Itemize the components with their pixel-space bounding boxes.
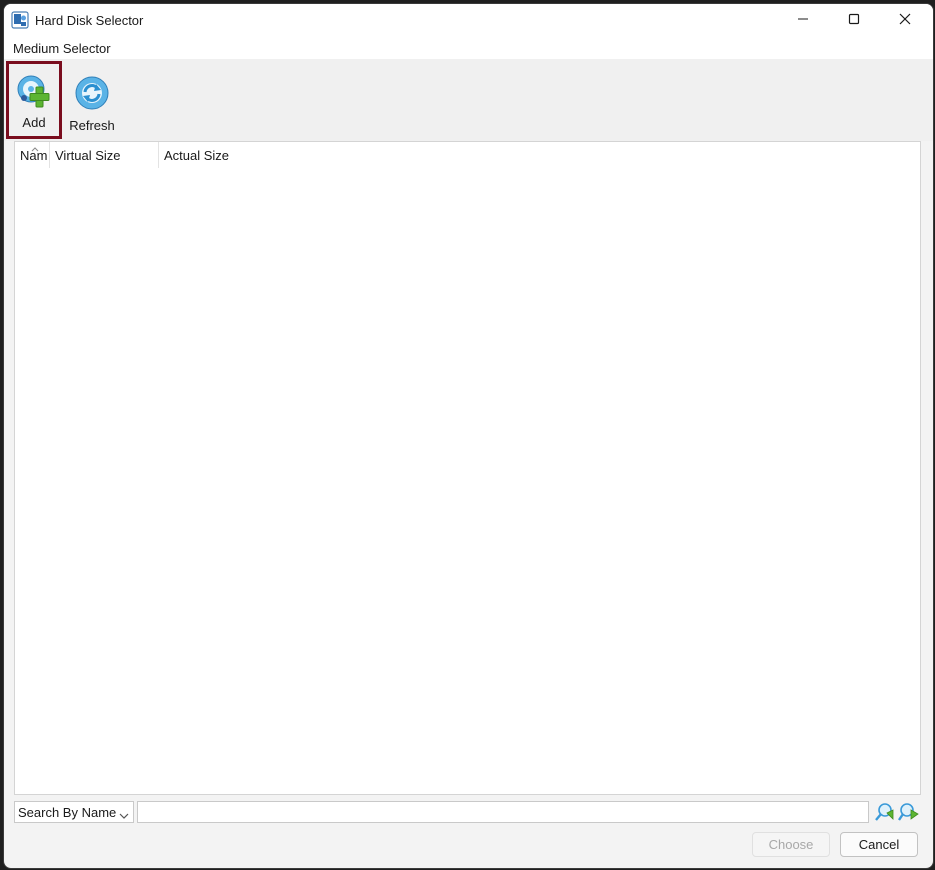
minimize-button[interactable] — [780, 4, 826, 37]
column-header-actual-size[interactable]: Actual Size — [159, 142, 279, 168]
search-mode-select[interactable]: Search By Name — [14, 801, 134, 823]
column-header-name[interactable]: Nam — [15, 142, 50, 168]
search-input[interactable] — [137, 801, 869, 823]
add-button[interactable]: Add — [6, 61, 62, 139]
add-disk-icon — [16, 74, 52, 110]
refresh-icon — [74, 75, 110, 111]
maximize-button[interactable] — [831, 4, 877, 37]
choose-button[interactable]: Choose — [752, 832, 830, 857]
maximize-icon — [848, 13, 860, 28]
toolbar: Add Refresh — [4, 59, 933, 141]
chevron-down-icon — [119, 808, 129, 823]
sort-ascending-icon — [31, 140, 39, 155]
title-bar[interactable]: Hard Disk Selector — [4, 4, 933, 37]
search-previous-icon[interactable] — [873, 801, 895, 823]
vertical-scrollbar[interactable] — [918, 142, 920, 794]
close-button[interactable] — [882, 4, 928, 37]
column-actual-size-label: Actual Size — [164, 147, 230, 163]
medium-selector-label: Medium Selector — [13, 41, 111, 56]
search-bar: Search By Name — [14, 801, 924, 825]
search-mode-value: Search By Name — [18, 804, 117, 820]
close-icon — [899, 13, 911, 28]
minimize-icon — [797, 13, 809, 28]
hard-disk-selector-window: Hard Disk Selector Medium Selector Add R… — [3, 3, 934, 869]
add-label: Add — [22, 115, 46, 130]
column-virtual-size-label: Virtual Size — [55, 147, 121, 163]
search-next-icon[interactable] — [897, 801, 919, 823]
virtualbox-media-icon — [11, 11, 29, 29]
medium-selector-header: Medium Selector — [4, 37, 933, 59]
medium-list[interactable]: Nam Virtual Size Actual Size — [14, 141, 921, 795]
window-title: Hard Disk Selector — [35, 13, 144, 28]
cancel-button[interactable]: Cancel — [840, 832, 918, 857]
column-header-virtual-size[interactable]: Virtual Size — [50, 142, 159, 168]
refresh-label: Refresh — [69, 118, 115, 133]
refresh-button[interactable]: Refresh — [63, 61, 121, 139]
